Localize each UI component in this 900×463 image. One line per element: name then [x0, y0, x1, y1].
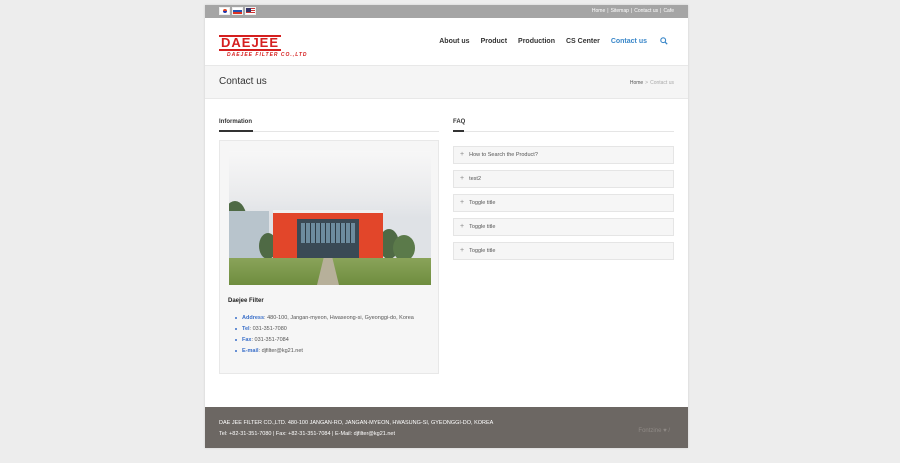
top-link-separator: | — [607, 8, 609, 14]
logo-subtitle: DAEJEE FILTER CO.,LTD — [227, 52, 308, 58]
search-icon[interactable] — [660, 37, 668, 45]
breadcrumb-separator: > — [645, 80, 649, 86]
email-value[interactable]: : djfilter@kg21.net — [259, 348, 303, 354]
faq-toggle-item[interactable]: + Toggle title — [453, 194, 674, 212]
page-container: Home | Sitemap | Contact us | Cafe DAEJE… — [205, 5, 688, 448]
company-name: Daejee Filter — [228, 298, 264, 304]
top-link-contact[interactable]: Contact us — [634, 6, 658, 17]
plus-icon: + — [460, 199, 465, 206]
top-link-sitemap[interactable]: Sitemap — [611, 6, 629, 17]
faq-heading: FAQ — [453, 119, 466, 125]
email-label: E-mail — [242, 348, 259, 354]
faq-toggle-title: Toggle title — [469, 248, 496, 254]
top-links: Home | Sitemap | Contact us | Cafe — [592, 6, 674, 17]
nav-contact-us[interactable]: Contact us — [611, 38, 647, 45]
nav-about-us[interactable]: About us — [439, 38, 469, 45]
plus-icon: + — [460, 223, 465, 230]
korea-flag-icon[interactable] — [219, 7, 230, 15]
site-header: DAEJEE DAEJEE FILTER CO.,LTD About us Pr… — [205, 18, 688, 65]
page-title: Contact us — [219, 76, 267, 87]
nav-production[interactable]: Production — [518, 38, 555, 45]
top-link-separator: | — [660, 8, 662, 14]
top-bar: Home | Sitemap | Contact us | Cafe — [205, 5, 688, 18]
list-item: Address: 480-100, Jangan-myeon, Hwaseong… — [234, 314, 414, 325]
footer-credit[interactable]: Fontzine ♥ / — [638, 428, 670, 434]
usa-flag-icon[interactable] — [245, 7, 256, 15]
plus-icon: + — [460, 151, 465, 158]
faq-toggle-title: Toggle title — [469, 200, 496, 206]
list-item: Tel: 031-351-7080 — [234, 325, 414, 336]
footer-contact: Tel: +82-31-351-7080 | Fax: +82-31-351-7… — [219, 431, 395, 437]
address-label: Address — [242, 315, 265, 321]
logo-wordmark: DAEJEE — [219, 35, 282, 51]
faq-accordion: + How to Search the Product? + test2 + Togg… — [453, 146, 674, 266]
russia-flag-icon[interactable] — [232, 7, 243, 15]
site-logo[interactable]: DAEJEE DAEJEE FILTER CO.,LTD — [219, 34, 319, 58]
main-nav: About us Product Production CS Center Co… — [439, 38, 666, 45]
page-title-bar: Contact us Home > Contact us — [205, 65, 688, 99]
top-link-separator: | — [630, 8, 633, 14]
breadcrumb: Home > Contact us — [630, 80, 674, 86]
faq-toggle-item[interactable]: + test2 — [453, 170, 674, 188]
breadcrumb-current: Contact us — [650, 80, 674, 86]
nav-product[interactable]: Product — [481, 38, 507, 45]
breadcrumb-home[interactable]: Home — [630, 80, 643, 86]
faq-divider — [453, 130, 674, 132]
fax-value: : 031-351-7084 — [251, 337, 289, 343]
contact-info-list: Address: 480-100, Jangan-myeon, Hwaseong… — [234, 314, 414, 358]
site-footer: DAE JEE FILTER CO.,LTD. 480-100 JANGAN-R… — [205, 407, 688, 448]
top-link-home[interactable]: Home — [592, 6, 605, 17]
tel-label: Tel — [242, 326, 250, 332]
list-item: Fax: 031-351-7084 — [234, 336, 414, 347]
list-item: E-mail: djfilter@kg21.net — [234, 347, 414, 358]
plus-icon: + — [460, 175, 465, 182]
plus-icon: + — [460, 247, 465, 254]
faq-toggle-item[interactable]: + Toggle title — [453, 242, 674, 260]
faq-toggle-title: Toggle title — [469, 224, 496, 230]
faq-toggle-title: How to Search the Product? — [469, 152, 538, 158]
information-divider — [219, 130, 439, 132]
language-flags — [219, 7, 256, 15]
footer-address: DAE JEE FILTER CO.,LTD. 480-100 JANGAN-R… — [219, 420, 494, 426]
tel-value: : 031-351-7080 — [249, 326, 287, 332]
faq-toggle-title: test2 — [469, 176, 482, 182]
company-building-photo — [229, 151, 431, 285]
faq-toggle-item[interactable]: + Toggle title — [453, 218, 674, 236]
address-value: : 480-100, Jangan-myeon, Hwaseong-si, Gy… — [264, 315, 414, 321]
top-link-cafe[interactable]: Cafe — [663, 6, 674, 17]
faq-toggle-item[interactable]: + How to Search the Product? — [453, 146, 674, 164]
information-heading: Information — [219, 119, 252, 125]
nav-cs-center[interactable]: CS Center — [566, 38, 600, 45]
